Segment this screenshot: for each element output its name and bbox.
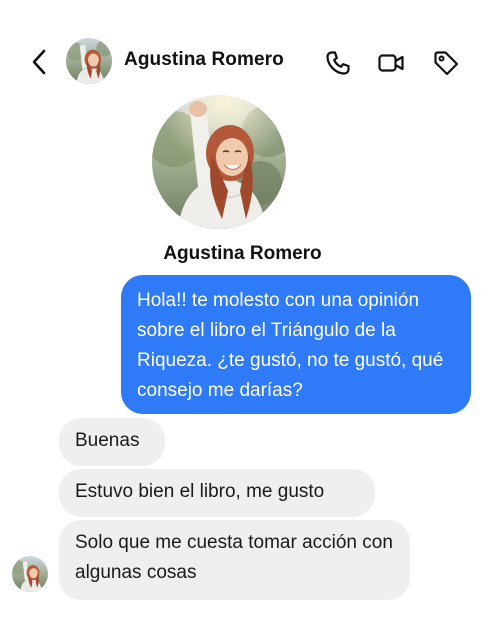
incoming-message[interactable]: Buenas — [59, 418, 165, 466]
chat-screen: Agustina Romero Agustina Romero Hola!! t… — [0, 0, 485, 637]
tag-icon — [434, 51, 459, 76]
profile-photo[interactable] — [152, 95, 286, 229]
chat-header: Agustina Romero — [0, 30, 485, 92]
call-button[interactable] — [324, 49, 352, 77]
sender-avatar[interactable] — [12, 556, 48, 592]
incoming-message[interactable]: Solo que me cuesta tomar acción con algu… — [59, 520, 410, 600]
tag-button[interactable] — [432, 49, 460, 77]
phone-icon — [326, 51, 350, 75]
back-button[interactable] — [26, 48, 54, 76]
contact-avatar[interactable] — [66, 38, 112, 84]
chevron-left-icon — [32, 49, 46, 75]
video-camera-icon — [378, 54, 404, 72]
outgoing-message[interactable]: Hola!! te molesto con una opinión sobre … — [121, 275, 471, 414]
contact-name[interactable]: Agustina Romero — [124, 49, 284, 71]
incoming-message[interactable]: Estuvo bien el libro, me gusto — [59, 469, 375, 517]
profile-name: Agustina Romero — [163, 243, 322, 264]
video-call-button[interactable] — [377, 49, 405, 77]
